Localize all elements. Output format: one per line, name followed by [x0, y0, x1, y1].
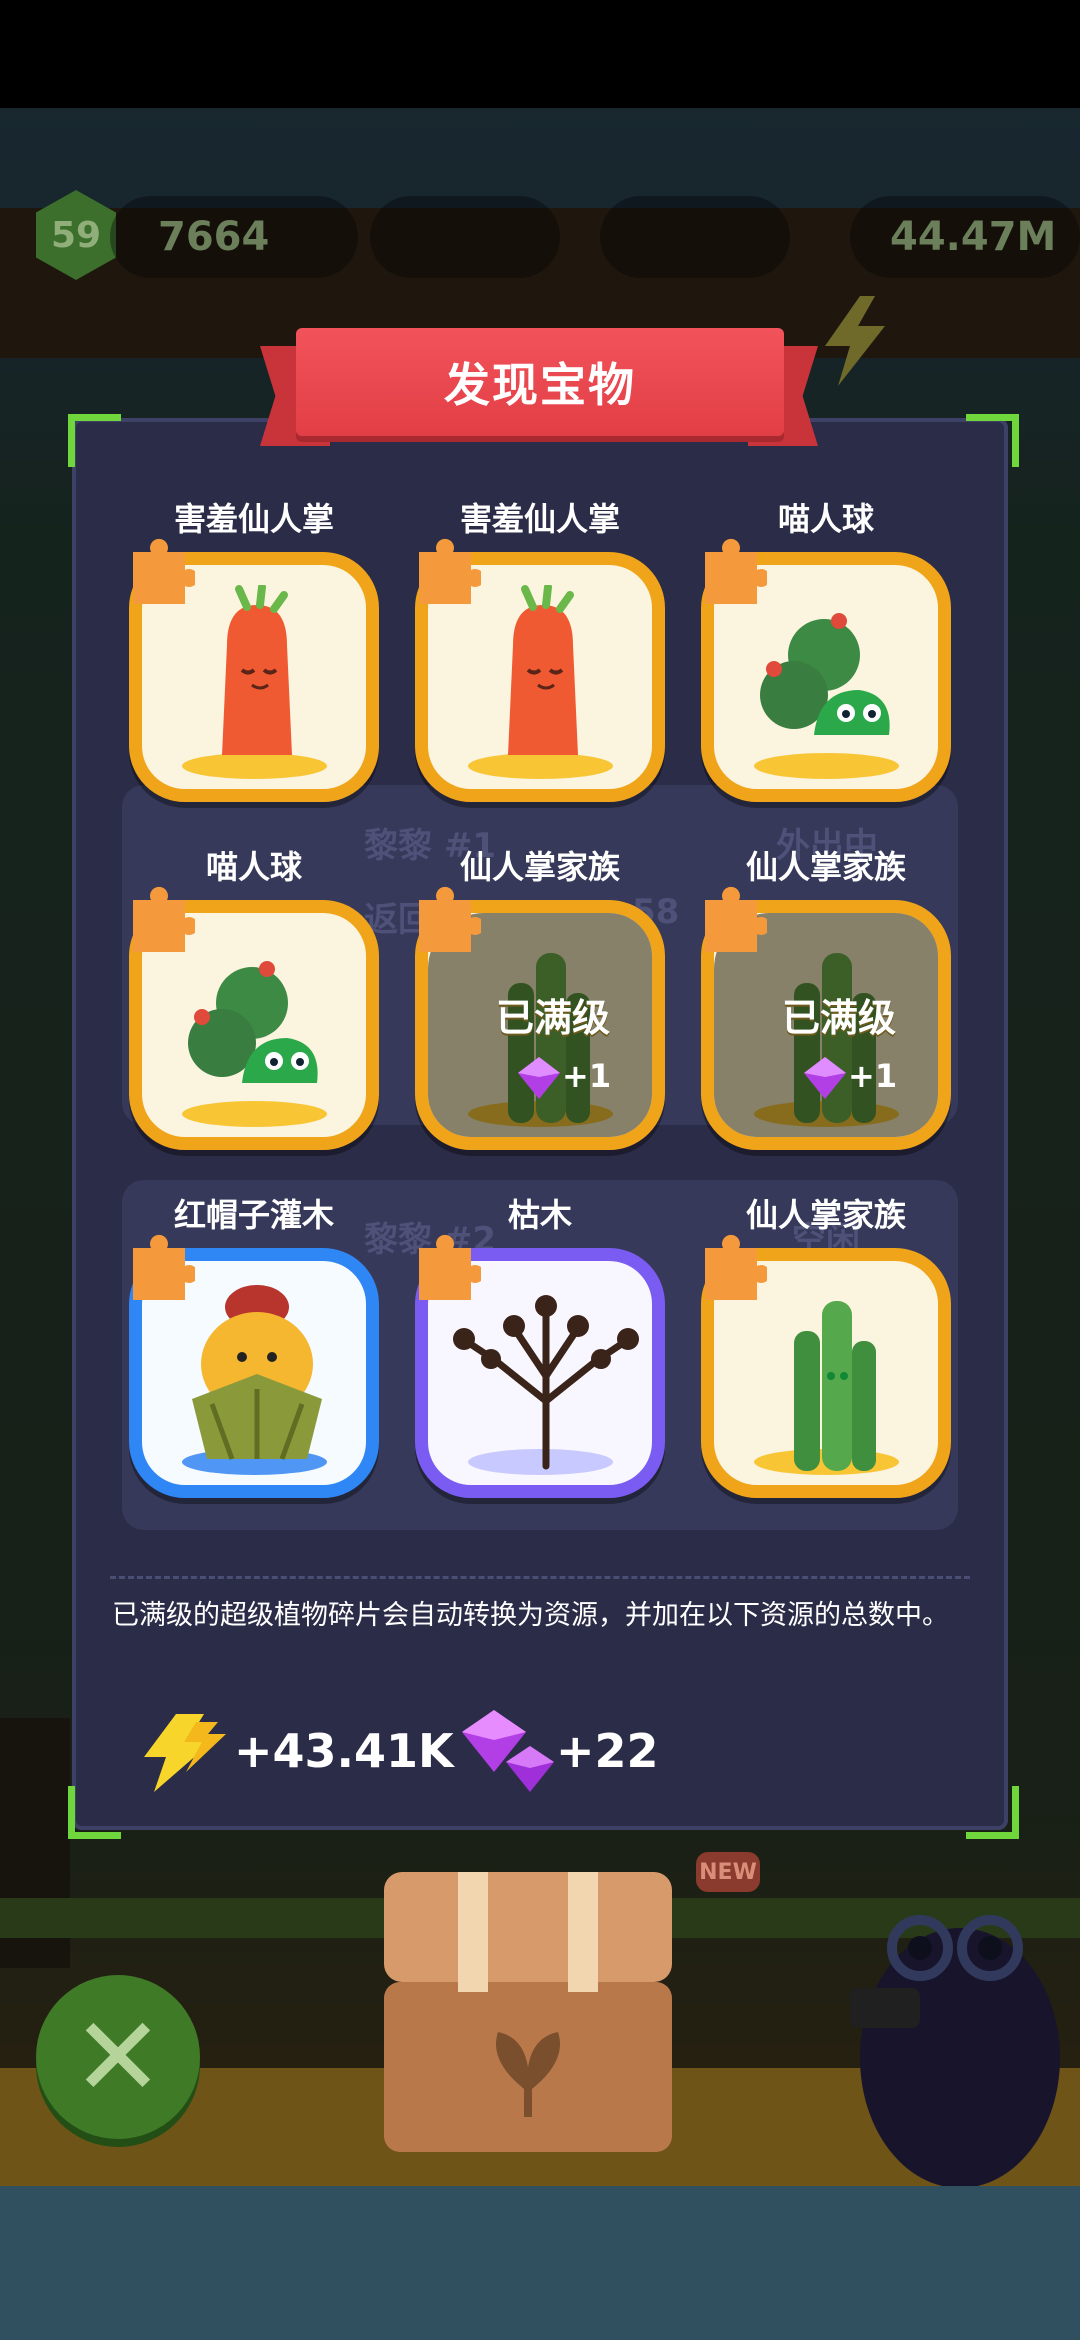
energy-count: 44.47M — [890, 214, 1057, 260]
lightning-icon — [144, 1714, 226, 1792]
card-name: 仙人掌家族 — [459, 848, 620, 886]
ruby-counter-bg — [600, 196, 790, 278]
treasure-card[interactable]: 喵人球 — [129, 848, 379, 1160]
treasure-card-maxed[interactable]: 仙人掌家族 已满级 +1 — [415, 848, 665, 1160]
status-bar — [0, 0, 1080, 108]
energy-reward: +43.41K — [234, 1724, 454, 1778]
close-button[interactable]: ✕ — [36, 1975, 200, 2139]
puzzle-piece-icon — [419, 886, 481, 952]
new-badge: NEW — [696, 1852, 760, 1892]
cat-ball-icon — [188, 961, 318, 1083]
treasure-card-maxed[interactable]: 仙人掌家族 已满级 +1 — [701, 848, 951, 1160]
card-name: 喵人球 — [777, 500, 874, 538]
maxed-reward: +1 — [562, 1057, 612, 1095]
energy-counter: 44.47M — [850, 196, 1080, 278]
puzzle-piece-icon — [419, 1234, 481, 1300]
card-name: 枯木 — [507, 1196, 572, 1234]
card-name: 喵人球 — [205, 848, 302, 886]
maxed-reward: +1 — [848, 1057, 898, 1095]
treasure-card[interactable]: 枯木 — [415, 1196, 665, 1508]
puzzle-piece-icon — [705, 1234, 767, 1300]
conversion-note: 已满级的超级植物碎片会自动转换为资源，并加在以下资源的总数中。 — [112, 1600, 949, 1631]
shy-cactus-icon — [222, 585, 292, 755]
card-name: 仙人掌家族 — [745, 1196, 906, 1234]
treasure-card[interactable]: 害羞仙人掌 — [129, 500, 379, 812]
coin-count: 7664 — [158, 214, 270, 260]
puzzle-piece-icon — [133, 886, 195, 952]
title-ribbon: 发现宝物 — [296, 328, 784, 436]
puzzle-piece-icon — [705, 886, 767, 952]
maxed-label: 已满级 — [781, 996, 896, 1040]
maxed-label: 已满级 — [495, 996, 610, 1040]
treasure-chest-icon[interactable] — [378, 1862, 678, 2157]
cactus-family-icon — [794, 1301, 876, 1471]
corner-bracket — [68, 414, 121, 467]
treasure-card[interactable]: 喵人球 — [701, 500, 951, 812]
treasure-card[interactable]: 害羞仙人掌 — [415, 500, 665, 812]
treasure-card[interactable]: 红帽子灌木 — [129, 1196, 379, 1508]
card-name: 害羞仙人掌 — [173, 500, 334, 538]
gem-counter-bg — [370, 196, 560, 278]
navigation-bar — [0, 2186, 1080, 2340]
dead-tree-icon — [453, 1295, 639, 1470]
coin-counter: 7664 — [110, 196, 358, 278]
dashed-divider — [110, 1576, 970, 1579]
card-name: 害羞仙人掌 — [459, 500, 620, 538]
purple-gem-icon — [518, 1057, 560, 1099]
red-hat-shrub-icon — [192, 1285, 322, 1460]
puzzle-piece-icon — [705, 538, 767, 604]
card-name: 红帽子灌木 — [173, 1196, 334, 1234]
purple-gem-icon — [804, 1057, 846, 1099]
panel-title: 发现宝物 — [444, 358, 636, 412]
cat-ball-icon — [760, 613, 890, 735]
card-name: 仙人掌家族 — [745, 848, 906, 886]
shy-cactus-icon — [508, 585, 578, 755]
close-icon: ✕ — [71, 1993, 165, 2121]
purple-gem-icon — [462, 1710, 554, 1792]
corner-bracket — [966, 1786, 1019, 1839]
corner-bracket — [68, 1786, 121, 1839]
puzzle-piece-icon — [133, 1234, 195, 1300]
lightning-icon — [825, 296, 885, 386]
treasure-card[interactable]: 仙人掌家族 — [701, 1196, 951, 1508]
corner-bracket — [966, 414, 1019, 467]
gem-reward: +22 — [556, 1724, 659, 1778]
puzzle-piece-icon — [419, 538, 481, 604]
puzzle-piece-icon — [133, 538, 195, 604]
